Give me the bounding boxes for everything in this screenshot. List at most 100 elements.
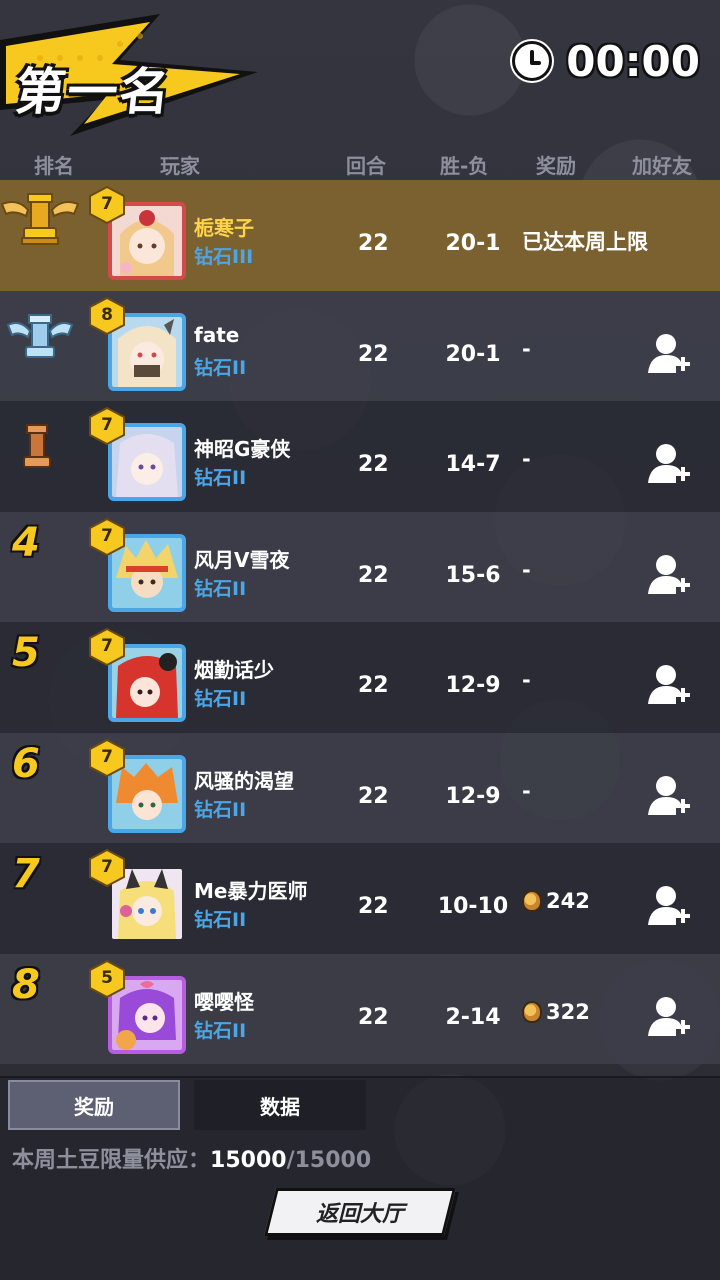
col-win-loss: 胜-负: [440, 154, 489, 178]
back-to-lobby-button[interactable]: 返回大厅: [270, 1188, 450, 1236]
avatar: 7: [89, 849, 188, 945]
reward-text: 已达本周上限: [522, 230, 648, 254]
reward-value: 322: [522, 1000, 590, 1024]
player-tier: 钻石II: [194, 688, 247, 710]
reward-value: 已达本周上限: [522, 226, 648, 256]
divider: [0, 1076, 720, 1078]
back-button-label: 返回大厅: [315, 1202, 404, 1227]
col-reward: 奖励: [536, 154, 576, 178]
level-badge: 7: [88, 517, 126, 556]
leaderboard-row-3[interactable]: 7 神昭G豪侠 钻石II 22 14-7 -: [0, 401, 720, 512]
player-tier: 钻石II: [194, 1019, 247, 1042]
level-value: 7: [101, 415, 113, 435]
add-friend-icon[interactable]: [646, 773, 692, 819]
win-loss-value: 14-7: [445, 452, 501, 477]
leaderboard-row-6[interactable]: 6 7 风骚的渴望 钻石II 22 12-9 -: [0, 732, 720, 843]
avatar: 5: [89, 959, 188, 1056]
level-badge: 8: [88, 296, 126, 335]
bronze-trophy-icon: [0, 401, 80, 481]
col-rounds: 回合: [346, 154, 386, 178]
level-value: 7: [101, 525, 113, 546]
leaderboard-row-5[interactable]: 5 7 烟勤话少 钻石II 22 12-9 -: [0, 622, 720, 733]
player-tier: 钻石II: [194, 356, 247, 379]
add-friend-icon[interactable]: [646, 552, 692, 598]
add-friend-icon[interactable]: [646, 441, 692, 487]
potato-icon: [522, 890, 542, 912]
supply-current: 15000: [210, 1148, 287, 1173]
leaderboard-row-1[interactable]: 7 栀寒子 钻石III 22 20-1 已达本周上限: [0, 180, 720, 291]
rank-number: 8: [12, 961, 40, 1008]
player-tier: 钻石II: [194, 577, 247, 600]
avatar: 8: [89, 296, 188, 393]
reward-text: -: [522, 557, 531, 582]
weekly-supply: 本周土豆限量供应：15000/15000: [12, 1142, 371, 1174]
leaderboard-row-2[interactable]: 8 fate 钻石II 22 20-1 -: [0, 290, 720, 401]
add-friend-icon[interactable]: [646, 662, 692, 708]
level-value: 7: [101, 857, 113, 877]
player-tier: 钻石II: [194, 798, 247, 821]
win-loss-value: 2-14: [445, 1004, 501, 1030]
avatar: 7: [89, 407, 188, 503]
player-tier: 钻石II: [194, 467, 247, 489]
level-value: 7: [101, 746, 113, 767]
avatar: 7: [89, 517, 188, 614]
player-name: 风骚的渴望: [194, 768, 294, 793]
leaderboard: 7 栀寒子 钻石III 22 20-1 已达本周上限 8 fate 钻石II 2…: [0, 180, 720, 1064]
leaderboard-row-7[interactable]: 7 7 Me暴力医师 钻石II 22 10-10 242: [0, 843, 720, 954]
rank-number: 6: [12, 740, 40, 787]
gold-trophy-icon: [0, 180, 80, 260]
silver-trophy-icon: [0, 291, 80, 371]
reward-text: -: [522, 336, 531, 361]
supply-max: /15000: [286, 1148, 372, 1173]
rounds-value: 22: [358, 562, 389, 588]
supply-label: 本周土豆限量供应：: [12, 1148, 211, 1173]
level-badge: 7: [88, 407, 126, 445]
reward-text: -: [522, 778, 531, 803]
level-badge: 7: [88, 849, 126, 887]
win-loss-value: 15-6: [445, 562, 501, 588]
clock-icon: [512, 41, 553, 81]
rank-number: 4: [12, 519, 40, 566]
col-player: 玩家: [160, 154, 200, 178]
rank-number: 7: [12, 851, 40, 897]
reward-value: -: [522, 779, 531, 803]
player-name: 栀寒子: [194, 216, 254, 240]
rounds-value: 22: [358, 452, 389, 477]
player-name: Me暴力医师: [194, 879, 308, 903]
win-loss-value: 10-10: [437, 894, 509, 919]
rounds-value: 22: [358, 1004, 389, 1030]
add-friend-icon[interactable]: [646, 994, 692, 1040]
avatar: 7: [89, 186, 188, 282]
player-name: fate: [194, 322, 240, 347]
column-headers: 排名 玩家 回合 胜-负 奖励 加好友: [0, 146, 720, 180]
level-value: 7: [101, 636, 113, 656]
avatar: 7: [89, 628, 188, 724]
rounds-value: 22: [358, 231, 389, 256]
reward-value: -: [522, 447, 531, 471]
player-tier: 钻石II: [194, 909, 247, 931]
tab-reward[interactable]: 奖励: [8, 1080, 180, 1130]
tab-stats[interactable]: 数据: [194, 1080, 366, 1130]
header: 第一名 00:00: [0, 0, 720, 150]
leaderboard-row-4[interactable]: 4 7 风月V雪夜 钻石II 22 15-6 -: [0, 511, 720, 622]
page-title: 第一名: [12, 63, 175, 121]
rounds-value: 22: [358, 894, 389, 919]
win-loss-value: 12-9: [445, 783, 501, 809]
add-friend-icon[interactable]: [646, 883, 692, 929]
add-friend-icon[interactable]: [646, 331, 692, 377]
leaderboard-row-8[interactable]: 8 5 嘤嘤怪 钻石II 22 2-14 322: [0, 953, 720, 1064]
level-badge: 7: [88, 628, 126, 666]
reward-value: -: [522, 337, 531, 361]
rank-number: 5: [12, 630, 40, 676]
level-badge: 5: [88, 959, 126, 998]
level-value: 7: [101, 194, 113, 214]
player-name: 风月V雪夜: [194, 547, 290, 572]
player-name: 嘤嘤怪: [194, 989, 254, 1014]
col-add-friend: 加好友: [632, 154, 692, 178]
col-rank: 排名: [34, 154, 74, 178]
title-banner: 第一名: [0, 14, 260, 138]
rounds-value: 22: [358, 783, 389, 809]
win-loss-value: 20-1: [445, 341, 501, 367]
player-tier: 钻石III: [194, 246, 254, 268]
reward-value: -: [522, 558, 531, 582]
